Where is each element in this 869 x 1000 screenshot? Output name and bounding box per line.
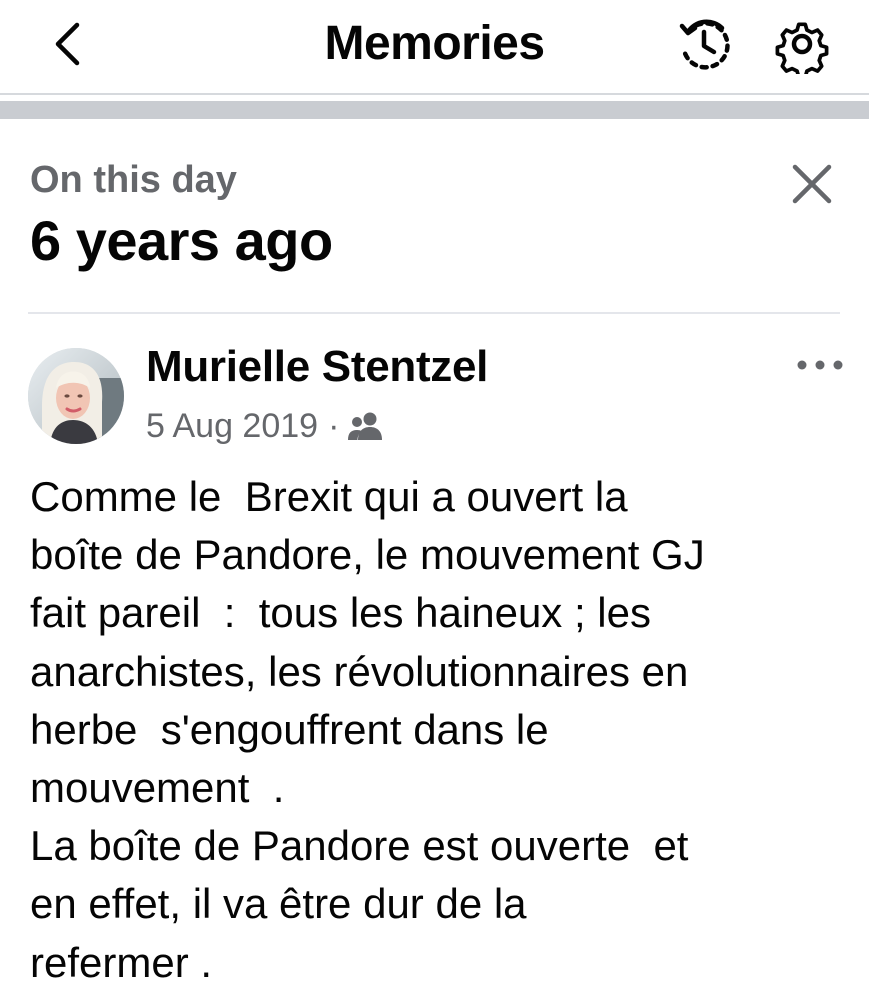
post-meta: 5 Aug 2019 · xyxy=(146,404,385,448)
memory-label: On this day xyxy=(30,159,237,201)
close-icon xyxy=(792,164,832,204)
history-button[interactable] xyxy=(670,12,738,76)
author-name[interactable]: Murielle Stentzel xyxy=(146,340,488,394)
top-bar: Memories xyxy=(0,0,869,92)
post-separator xyxy=(28,312,840,314)
section-divider xyxy=(0,101,869,119)
post-date[interactable]: 5 Aug 2019 xyxy=(146,404,318,448)
avatar[interactable] xyxy=(28,348,124,444)
memory-heading: 6 years ago xyxy=(30,209,333,272)
profile-photo-icon xyxy=(28,348,124,444)
gear-icon xyxy=(775,22,829,74)
close-button[interactable] xyxy=(784,156,840,212)
friends-icon[interactable] xyxy=(347,411,385,441)
more-horizontal-icon xyxy=(797,360,843,370)
history-icon xyxy=(679,19,730,70)
post-text: Comme le Brexit qui a ouvert la boîte de… xyxy=(30,473,705,986)
settings-button[interactable] xyxy=(768,12,836,76)
meta-separator: · xyxy=(328,407,340,445)
page-title: Memories xyxy=(324,17,545,70)
more-options-button[interactable] xyxy=(790,340,850,390)
header-divider xyxy=(0,93,869,95)
